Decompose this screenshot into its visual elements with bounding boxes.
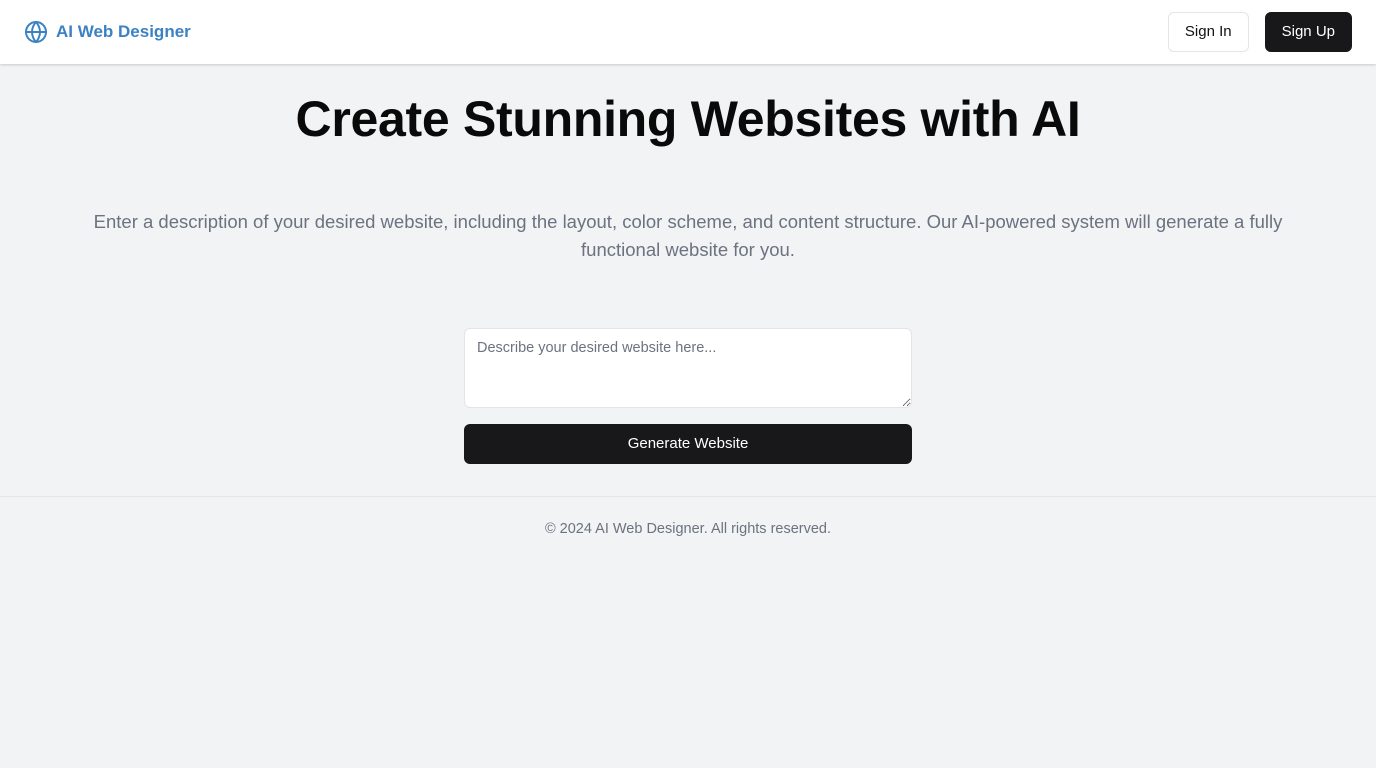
auth-buttons: Sign In Sign Up — [1167, 12, 1352, 52]
hero-description: Enter a description of your desired webs… — [93, 211, 1283, 260]
sign-up-button[interactable]: Sign Up — [1264, 12, 1352, 52]
sign-in-button[interactable]: Sign In — [1167, 12, 1249, 52]
top-nav-bar: AI Web Designer Sign In Sign Up — [0, 0, 1376, 64]
brand-name: AI Web Designer — [56, 22, 191, 41]
website-description-input[interactable] — [464, 328, 912, 408]
footer-divider — [0, 496, 1376, 497]
globe-icon — [25, 21, 47, 43]
copyright-text: © 2024 AI Web Designer. All rights reser… — [544, 521, 832, 537]
generate-website-button[interactable]: Generate Website — [464, 424, 912, 464]
page-title: Create Stunning Websites with AI — [295, 91, 1081, 147]
brand-link[interactable]: AI Web Designer — [24, 20, 191, 44]
